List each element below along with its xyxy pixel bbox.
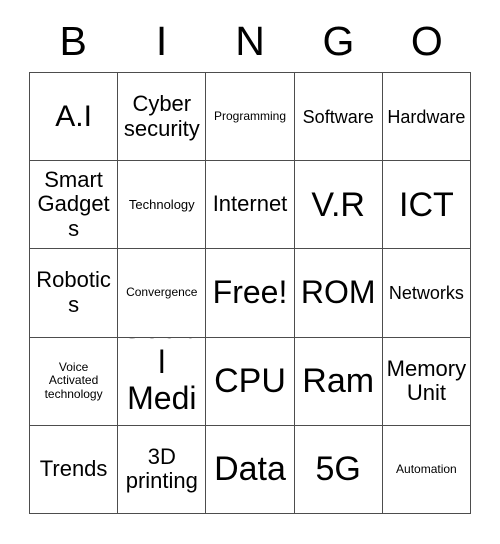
bingo-cell[interactable]: A.I: [30, 73, 119, 162]
bingo-cell[interactable]: Automation: [382, 425, 471, 514]
bingo-cell-label: Convergence: [126, 285, 198, 300]
bingo-cell-label: Memory Unit: [386, 355, 467, 406]
bingo-cell[interactable]: Data: [206, 425, 295, 514]
bingo-cell[interactable]: 5G: [294, 425, 383, 514]
bingo-cell-label: 3D printing: [125, 443, 198, 494]
bingo-header-letter-n: N: [235, 17, 265, 64]
bingo-cell-label: Cyber security: [123, 90, 200, 141]
bingo-cell-label: Hardware: [387, 106, 466, 127]
bingo-cell[interactable]: 3D printing: [118, 425, 207, 514]
bingo-cell-label: Robotics: [36, 267, 111, 317]
bingo-cell-label: Data: [214, 450, 286, 489]
bingo-free-space-cell[interactable]: Free!: [206, 249, 295, 338]
bingo-header-letter-i: I: [155, 17, 168, 64]
bingo-cell[interactable]: Cyber security: [118, 73, 207, 162]
bingo-header-letter-b: B: [59, 17, 87, 64]
bingo-cell-label: CPU: [214, 362, 286, 401]
bingo-cell[interactable]: Ram: [294, 337, 383, 426]
bingo-cell-label: Social Media: [122, 338, 202, 425]
bingo-cell-label: Voice Activated technology: [44, 360, 103, 401]
bingo-cell-label: Technology: [128, 196, 195, 212]
bingo-cell[interactable]: ICT: [382, 161, 471, 250]
bingo-cell-label: Automation: [396, 461, 457, 476]
bingo-cell[interactable]: Technology: [118, 161, 207, 250]
bingo-cell[interactable]: Hardware: [382, 73, 471, 162]
bingo-cell[interactable]: Software: [294, 73, 383, 162]
bingo-cell[interactable]: Internet: [206, 161, 295, 250]
bingo-cell[interactable]: CPU: [206, 337, 295, 426]
bingo-cell-label: Trends: [39, 456, 108, 482]
bingo-cell[interactable]: Programming: [206, 73, 295, 162]
bingo-card: B I N G O A.I Cyber security Programming So…: [0, 0, 500, 544]
bingo-cell[interactable]: Robotics: [30, 249, 119, 338]
bingo-cell[interactable]: Trends: [30, 425, 119, 514]
bingo-header-letter-o: O: [410, 17, 443, 64]
bingo-cell-label: Internet: [212, 191, 288, 217]
bingo-cell[interactable]: Networks: [382, 249, 471, 338]
bingo-cell-label: ICT: [399, 185, 454, 224]
bingo-cell-label: 5G: [315, 450, 361, 489]
bingo-cell[interactable]: Smart Gadgets: [30, 161, 119, 250]
bingo-cell-label: Smart Gadgets: [37, 166, 110, 242]
bingo-cell[interactable]: Memory Unit: [382, 337, 471, 426]
bingo-cell-label: Ram: [302, 362, 375, 401]
bingo-cell-label: Software: [302, 106, 374, 127]
bingo-cell-label: Free!: [212, 274, 288, 311]
bingo-header-letter-g: G: [322, 17, 355, 64]
bingo-header-row: B I N G O: [29, 12, 471, 70]
bingo-cell[interactable]: Social Media: [118, 337, 207, 426]
bingo-cell-label: V.R: [311, 185, 365, 224]
bingo-cell-label: Programming: [213, 108, 286, 123]
bingo-cell[interactable]: ROM: [294, 249, 383, 338]
bingo-cell-label: ROM: [300, 274, 376, 311]
bingo-cell-label: A.I: [55, 99, 92, 133]
bingo-cell[interactable]: Voice Activated technology: [30, 337, 119, 426]
bingo-cell[interactable]: Convergence: [118, 249, 207, 338]
bingo-cell[interactable]: V.R: [294, 161, 383, 250]
bingo-grid: A.I Cyber security Programming Software Hard…: [29, 72, 471, 514]
bingo-cell-label: Networks: [388, 282, 464, 303]
